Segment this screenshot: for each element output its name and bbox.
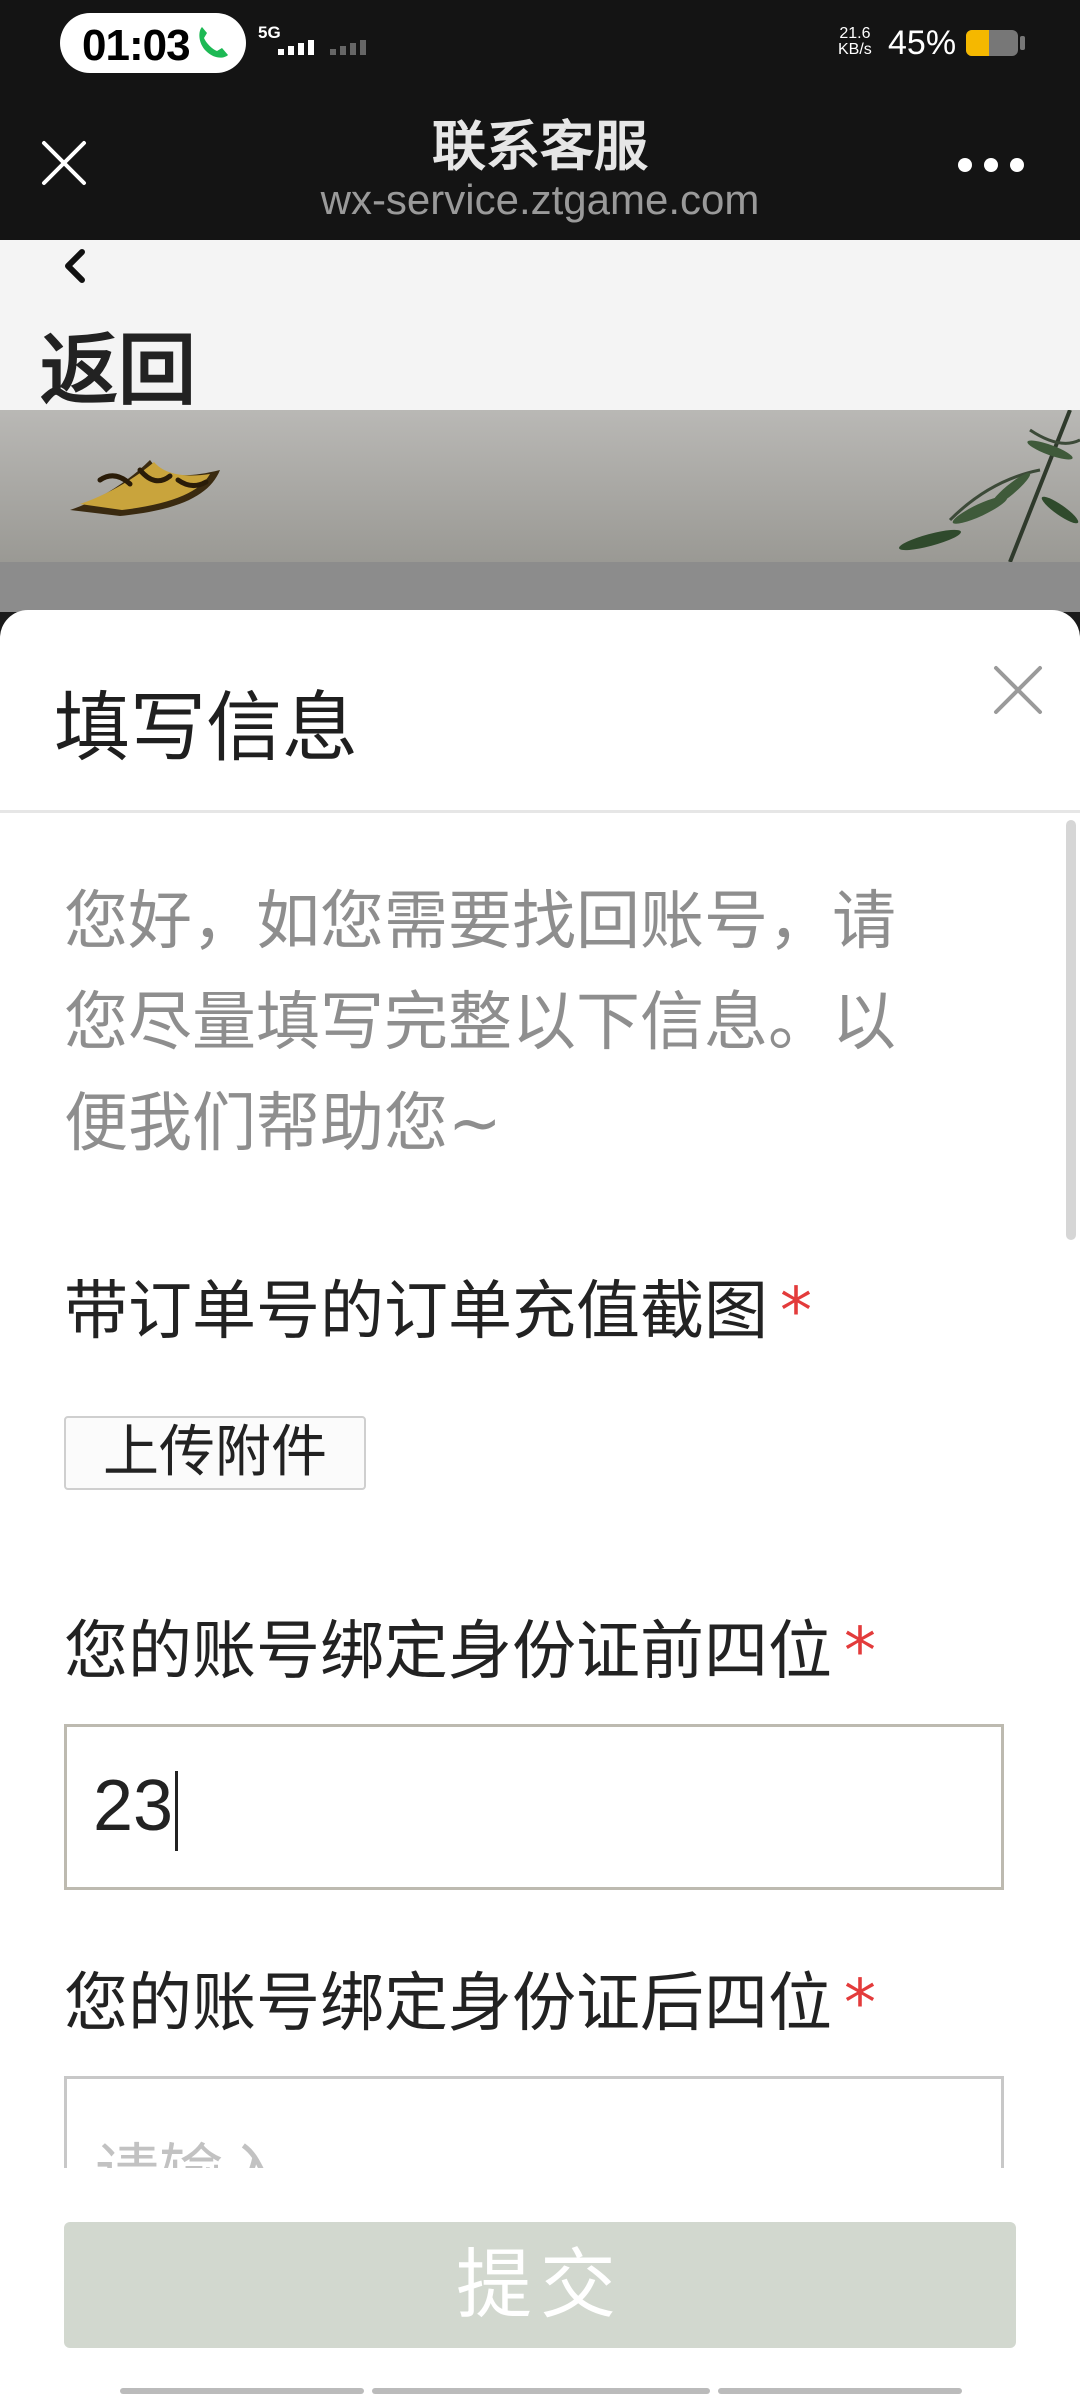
gesture-bar	[120, 2388, 962, 2394]
network-speed-value: 21.6	[839, 25, 871, 42]
network-type: 5G	[258, 23, 281, 42]
required-mark: *	[844, 1615, 876, 1689]
status-bar: 01:03 5G 21.6 KB/s 45%	[0, 0, 1080, 90]
divider	[0, 810, 1080, 813]
field-label-text: 您的账号绑定身份证后四位	[64, 1967, 832, 2041]
chevron-left-icon[interactable]	[56, 242, 96, 292]
phone-call-icon	[199, 27, 228, 58]
scrollbar[interactable]	[1066, 820, 1076, 1240]
input-value: 23	[93, 1765, 179, 1851]
network-speed: 21.6 KB/s	[838, 26, 872, 58]
close-icon[interactable]	[990, 662, 1046, 718]
field-label-screenshot: 带订单号的订单充值截图 *	[64, 1260, 812, 1352]
field-label-id-last4: 您的账号绑定身份证后四位 *	[64, 1952, 876, 2044]
required-mark: *	[844, 1967, 876, 2041]
id-first4-input[interactable]: 23	[64, 1724, 1004, 1890]
required-mark: *	[780, 1275, 812, 1349]
page-url: wx-service.ztgame.com	[320, 176, 760, 223]
browser-header: 联系客服 wx-service.ztgame.com	[0, 90, 1080, 240]
time-pill: 01:03	[60, 13, 246, 73]
back-bar[interactable]: 返回	[0, 240, 1080, 416]
back-label[interactable]: 返回	[40, 308, 196, 420]
battery-level-fill	[966, 30, 990, 56]
network-indicator: 5G	[258, 24, 281, 41]
signal-strength-icon	[278, 40, 314, 55]
page-title: 联系客服	[432, 115, 648, 178]
text-caret	[175, 1770, 179, 1851]
field-label-id-first4: 您的账号绑定身份证前四位 *	[64, 1600, 876, 1692]
signal-strength-secondary-icon	[330, 40, 366, 55]
more-dots-icon[interactable]	[958, 158, 1024, 172]
upload-attachment-button[interactable]: 上传附件	[64, 1416, 366, 1490]
game-logo	[70, 460, 220, 516]
modal-backdrop[interactable]	[0, 562, 1080, 612]
battery-percent: 45%	[888, 24, 957, 62]
game-banner	[0, 410, 1080, 562]
sheet-title: 填写信息	[54, 683, 358, 772]
field-label-text: 带订单号的订单充值截图	[64, 1275, 768, 1349]
field-label-text: 您的账号绑定身份证前四位	[64, 1615, 832, 1689]
battery-icon	[966, 30, 1018, 56]
intro-text: 您好，如您需要找回账号，请您尽量填写完整以下信息。以便我们帮助您~	[64, 885, 896, 1161]
submit-button[interactable]: 提交	[64, 2222, 1016, 2348]
info-form-sheet: 填写信息 您好，如您需要找回账号，请您尽量填写完整以下信息。以便我们帮助您~ 带…	[0, 610, 1080, 2400]
battery-tip	[1020, 36, 1025, 50]
bamboo-illustration	[899, 410, 1080, 562]
network-speed-unit: KB/s	[838, 41, 872, 58]
status-time: 01:03	[82, 21, 191, 70]
